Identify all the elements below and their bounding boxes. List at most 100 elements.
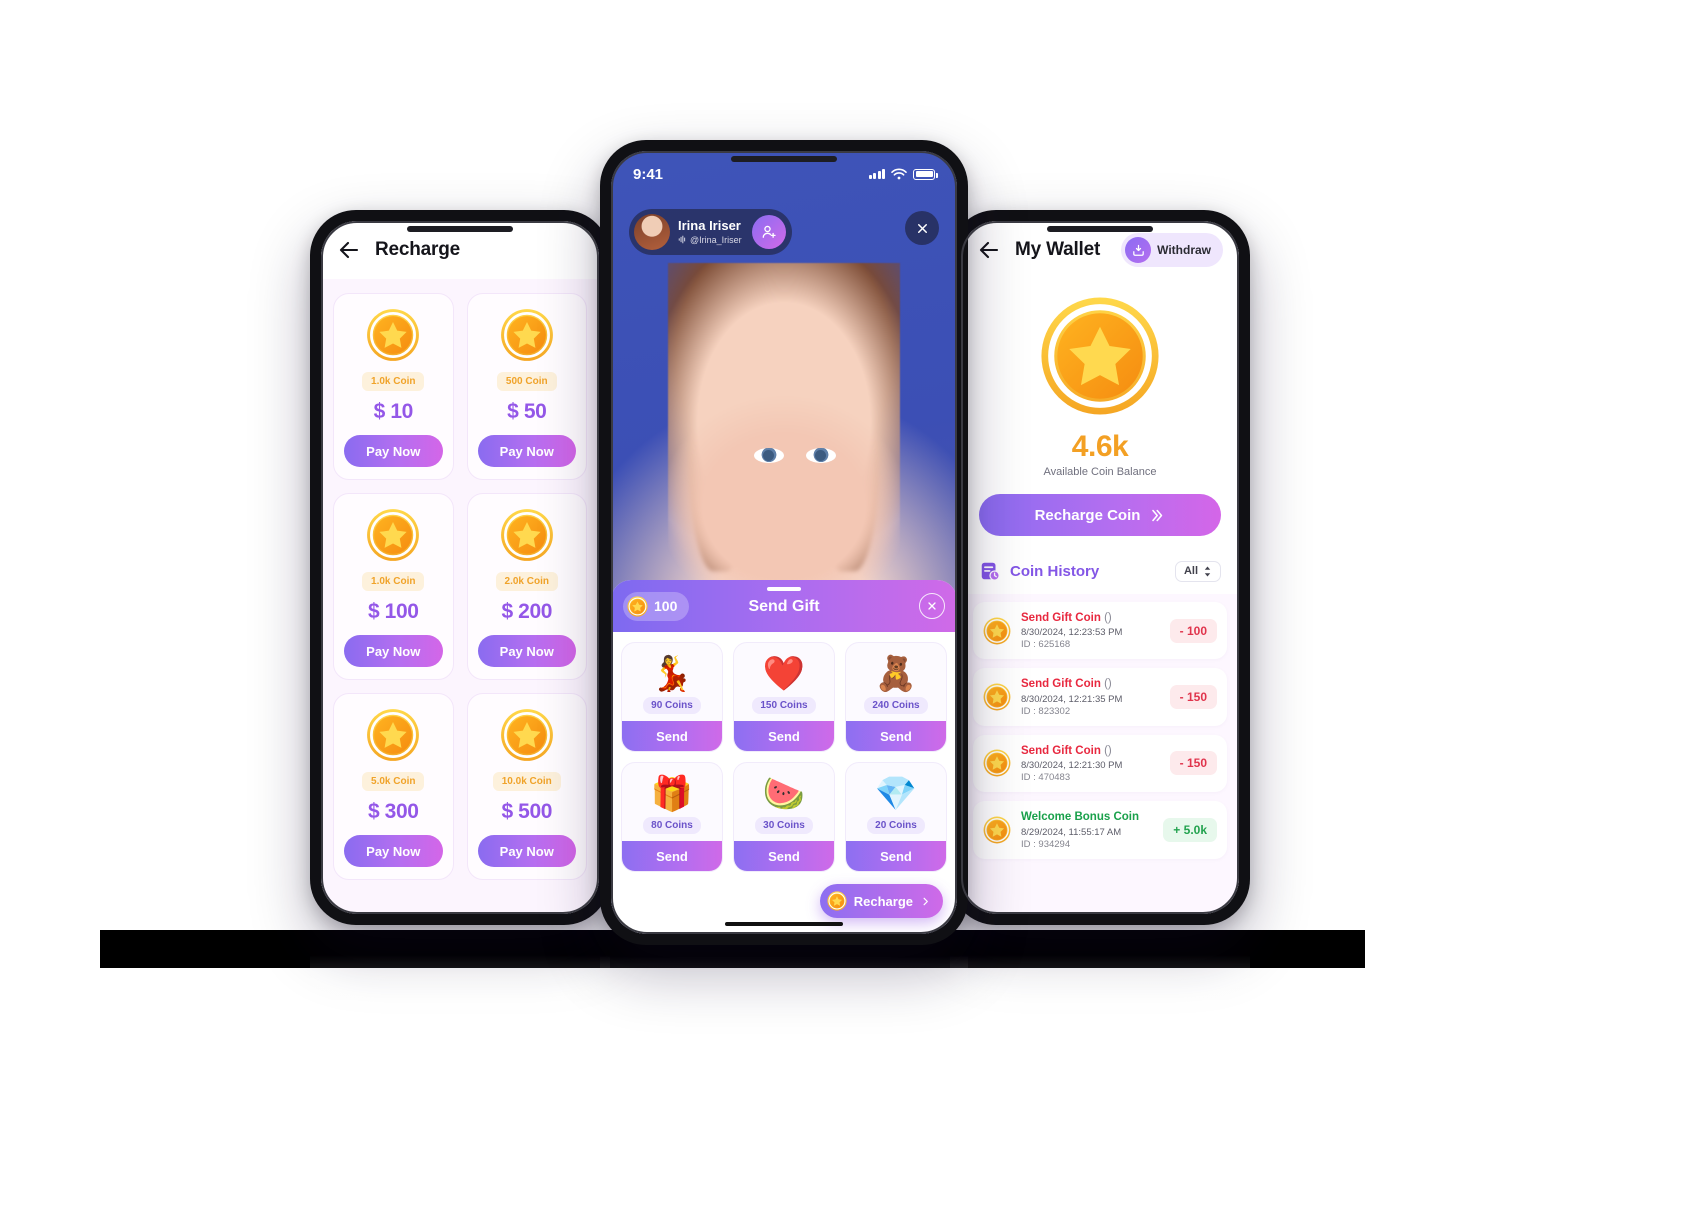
send-gift-button[interactable]: Send	[846, 721, 946, 751]
pay-now-button[interactable]: Pay Now	[344, 435, 443, 467]
history-title-text: Send Gift Coin	[1021, 678, 1101, 691]
history-row-title: Send Gift Coin ()	[1021, 611, 1160, 625]
teddy-bear-gift-icon: 🧸	[874, 655, 918, 693]
earpiece-speaker	[407, 226, 513, 232]
winged-heart-gift-icon: ❤️	[762, 655, 806, 693]
recharge-button[interactable]: Recharge	[819, 884, 943, 918]
history-row-date: 8/30/2024, 12:23:53 PM	[1021, 627, 1123, 639]
star-coin-icon	[366, 508, 420, 562]
star-coin-icon	[983, 683, 1011, 711]
table-row[interactable]: Send Gift Coin () 8/30/2024, 12:21:30 PM…	[973, 734, 1227, 793]
star-coin-icon	[627, 596, 648, 617]
gift-card[interactable]: 💎 20 Coins Send	[845, 762, 947, 872]
wifi-icon	[891, 168, 907, 180]
history-filter-select[interactable]: All	[1174, 560, 1221, 582]
double-chevron-right-icon	[1152, 509, 1163, 521]
coin-package-card[interactable]: 5.0k Coin $ 300 Pay Now	[333, 693, 454, 880]
recharge-content: 1.0k Coin $ 10 Pay Now 500 Coin $ 50 Pay…	[321, 279, 599, 914]
history-title-paren: ()	[1104, 678, 1112, 691]
battery-full-icon	[913, 168, 938, 180]
reflection-wallet: ID : 934294 8/29/2024, 11:55:17 AM Welco…	[950, 955, 1250, 1135]
gift-card[interactable]: 💃 90 Coins Send	[621, 642, 723, 752]
send-gift-button[interactable]: Send	[734, 721, 834, 751]
reflection-fade	[600, 955, 968, 1135]
history-row-title: Send Gift Coin ()	[1021, 744, 1160, 758]
coin-amount-badge: 5.0k Coin	[362, 772, 425, 791]
broadcaster-name: Irina Iriser	[678, 218, 741, 234]
pay-now-button[interactable]: Pay Now	[477, 435, 576, 467]
withdraw-button[interactable]: Withdraw	[1121, 233, 1223, 267]
reflection-recharge: $ 300 Pay Now $ 500 Pay Now	[310, 955, 610, 1135]
broadcaster-handle-row: @Irina_Iriser	[678, 235, 742, 245]
history-row-date: 8/30/2024, 12:21:30 PM	[1021, 760, 1123, 772]
pay-now-button[interactable]: Pay Now	[344, 835, 443, 867]
dancing-couple-gift-icon: 💃	[650, 655, 694, 693]
coin-package-card[interactable]: 2.0k Coin $ 200 Pay Now	[466, 493, 587, 680]
pay-now-button[interactable]: Pay Now	[344, 635, 443, 667]
phone-recharge: Recharge 1.0k Coin $ 10 Pay Now 500 Coin…	[310, 210, 610, 925]
table-row[interactable]: Send Gift Coin () 8/30/2024, 12:23:53 PM…	[973, 602, 1227, 660]
gift-cost: 80 Coins	[643, 817, 701, 834]
broadcaster-face	[668, 263, 900, 593]
chevron-right-icon	[923, 897, 928, 905]
coin-package-grid: 1.0k Coin $ 10 Pay Now 500 Coin $ 50 Pay…	[333, 293, 587, 880]
history-row-id: ID : 625168	[1021, 639, 1071, 651]
recharge-coin-button[interactable]: Recharge Coin	[979, 494, 1221, 536]
history-row-date: 8/29/2024, 11:55:17 AM	[1021, 826, 1122, 838]
home-indicator	[725, 922, 843, 926]
pay-now-button[interactable]: Pay Now	[477, 835, 576, 867]
person-add-icon[interactable]	[751, 215, 786, 249]
table-row[interactable]: Send Gift Coin () 8/30/2024, 12:21:35 PM…	[973, 668, 1227, 726]
coin-amount-badge: 2.0k Coin	[495, 572, 558, 591]
star-coin-icon	[983, 749, 1011, 777]
history-row-amount: - 150	[1169, 685, 1217, 710]
star-coin-icon	[827, 891, 847, 911]
coin-balance-chip[interactable]: 100	[623, 591, 690, 621]
package-price: $ 500	[501, 800, 553, 823]
live-stream-screen: 9:41 Irina Iriser @Irina_Iriser 100 Send…	[611, 151, 957, 934]
withdraw-label: Withdraw	[1157, 243, 1211, 257]
gift-card[interactable]: 🍉 30 Coins Send	[733, 762, 835, 872]
gift-grid: 💃 90 Coins Send ❤️ 150 Coins Send 🧸 240 …	[611, 632, 957, 880]
star-coin-icon	[366, 708, 420, 762]
gift-cost: 30 Coins	[755, 817, 813, 834]
coin-amount-badge: 500 Coin	[496, 372, 557, 391]
coin-package-card[interactable]: 1.0k Coin $ 10 Pay Now	[333, 293, 454, 480]
wallet-content: 4.6k Available Coin Balance Recharge Coi…	[961, 279, 1239, 914]
close-circle-icon[interactable]	[919, 593, 945, 619]
send-gift-button[interactable]: Send	[734, 841, 834, 871]
arrow-left-icon[interactable]	[977, 238, 1001, 262]
star-coin-icon	[366, 308, 420, 362]
gift-card[interactable]: 🧸 240 Coins Send	[845, 642, 947, 752]
reflection-fade	[950, 955, 1250, 1135]
balance-section: 4.6k Available Coin Balance Recharge Coi…	[961, 279, 1239, 556]
sheet-drag-handle[interactable]	[767, 587, 801, 591]
broadcaster-badge[interactable]: Irina Iriser @Irina_Iriser	[629, 209, 792, 255]
coin-package-card[interactable]: 10.0k Coin $ 500 Pay Now	[466, 693, 587, 880]
history-row-id: ID : 470483	[1021, 772, 1071, 784]
history-title-text: Send Gift Coin	[1021, 744, 1101, 757]
star-coin-icon	[500, 308, 554, 362]
balance-amount: 4.6k	[1071, 430, 1129, 463]
coin-amount-badge: 1.0k Coin	[362, 372, 425, 391]
phone-wallet: My Wallet Withdraw 4.6k Available Coin B…	[950, 210, 1250, 925]
send-gift-button[interactable]: Send	[846, 841, 946, 871]
star-coin-icon	[500, 508, 554, 562]
gift-card[interactable]: 🎁 80 Coins Send	[621, 762, 723, 872]
send-gift-button[interactable]: Send	[622, 841, 722, 871]
history-row-amount: - 150	[1169, 751, 1217, 776]
gift-card[interactable]: ❤️ 150 Coins Send	[733, 642, 835, 752]
send-gift-sheet: 100 Send Gift 💃 90 Coins Send ❤️ 150 Coi…	[611, 580, 957, 934]
close-icon[interactable]	[905, 211, 939, 245]
pay-now-button[interactable]: Pay Now	[477, 635, 576, 667]
coin-package-card[interactable]: 1.0k Coin $ 100 Pay Now	[333, 493, 454, 680]
send-gift-button[interactable]: Send	[622, 721, 722, 751]
coin-package-card[interactable]: 500 Coin $ 50 Pay Now	[466, 293, 587, 480]
gift-box-gift-icon: 🎁	[650, 775, 694, 813]
coin-balance-value: 100	[654, 598, 678, 614]
withdraw-tray-icon	[1125, 237, 1152, 263]
package-price: $ 100	[367, 600, 419, 623]
watermelon-pop-gift-icon: 🍉	[762, 775, 806, 813]
arrow-left-icon[interactable]	[337, 238, 361, 262]
table-row[interactable]: Welcome Bonus Coin 8/29/2024, 11:55:17 A…	[973, 801, 1227, 859]
